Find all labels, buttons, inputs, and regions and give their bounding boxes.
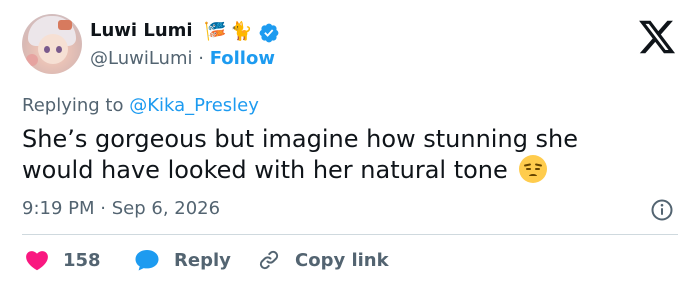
replying-to: Replying to @Kika_Presley: [22, 94, 259, 118]
carp-streamer-emoji: 🎏: [204, 21, 227, 42]
reply-button[interactable]: Reply: [134, 247, 231, 273]
tweet-body: She’s gorgeous but imagine how stunning …: [22, 125, 579, 184]
avatar-eye: [44, 46, 50, 53]
x-logo-icon[interactable]: [637, 17, 677, 57]
copy-link-label: Copy link: [295, 249, 389, 271]
avatar-accessory: [58, 20, 72, 30]
tweet-text: She’s gorgeous but imagine how stunning …: [22, 124, 652, 186]
handle[interactable]: @LuwiLumi: [90, 48, 193, 69]
handle-separator: ·: [198, 48, 204, 69]
tweet-time: 9:19 PM: [22, 198, 95, 219]
display-name[interactable]: Luwi Lumi: [90, 19, 193, 43]
reply-mention-link[interactable]: @Kika_Presley: [129, 95, 259, 116]
cat-emoji: 🐈: [230, 21, 253, 42]
handle-row: @LuwiLumi · Follow: [90, 47, 275, 71]
reply-label: Reply: [174, 249, 231, 271]
like-count: 158: [63, 249, 101, 271]
avatar-face: [38, 34, 68, 64]
info-icon[interactable]: [650, 198, 674, 222]
follow-button[interactable]: Follow: [210, 48, 275, 69]
speech-bubble-icon: [135, 250, 159, 271]
avatar-eye: [56, 46, 62, 53]
timestamp[interactable]: 9:19 PM · Sep 6, 2026: [22, 197, 220, 221]
heart-icon: [26, 251, 48, 271]
like-button[interactable]: 158: [25, 247, 101, 273]
divider: [22, 234, 678, 235]
avatar[interactable]: [22, 14, 82, 74]
copy-link-button[interactable]: Copy link: [257, 247, 389, 273]
replying-prefix: Replying to: [22, 95, 124, 116]
tweet-date: Sep 6, 2026: [111, 198, 221, 219]
avatar-flower: [26, 54, 38, 66]
disappointed-face-icon: [519, 155, 548, 183]
time-separator: ·: [100, 198, 106, 219]
verified-badge-icon: [259, 23, 279, 43]
link-icon: [259, 250, 279, 270]
